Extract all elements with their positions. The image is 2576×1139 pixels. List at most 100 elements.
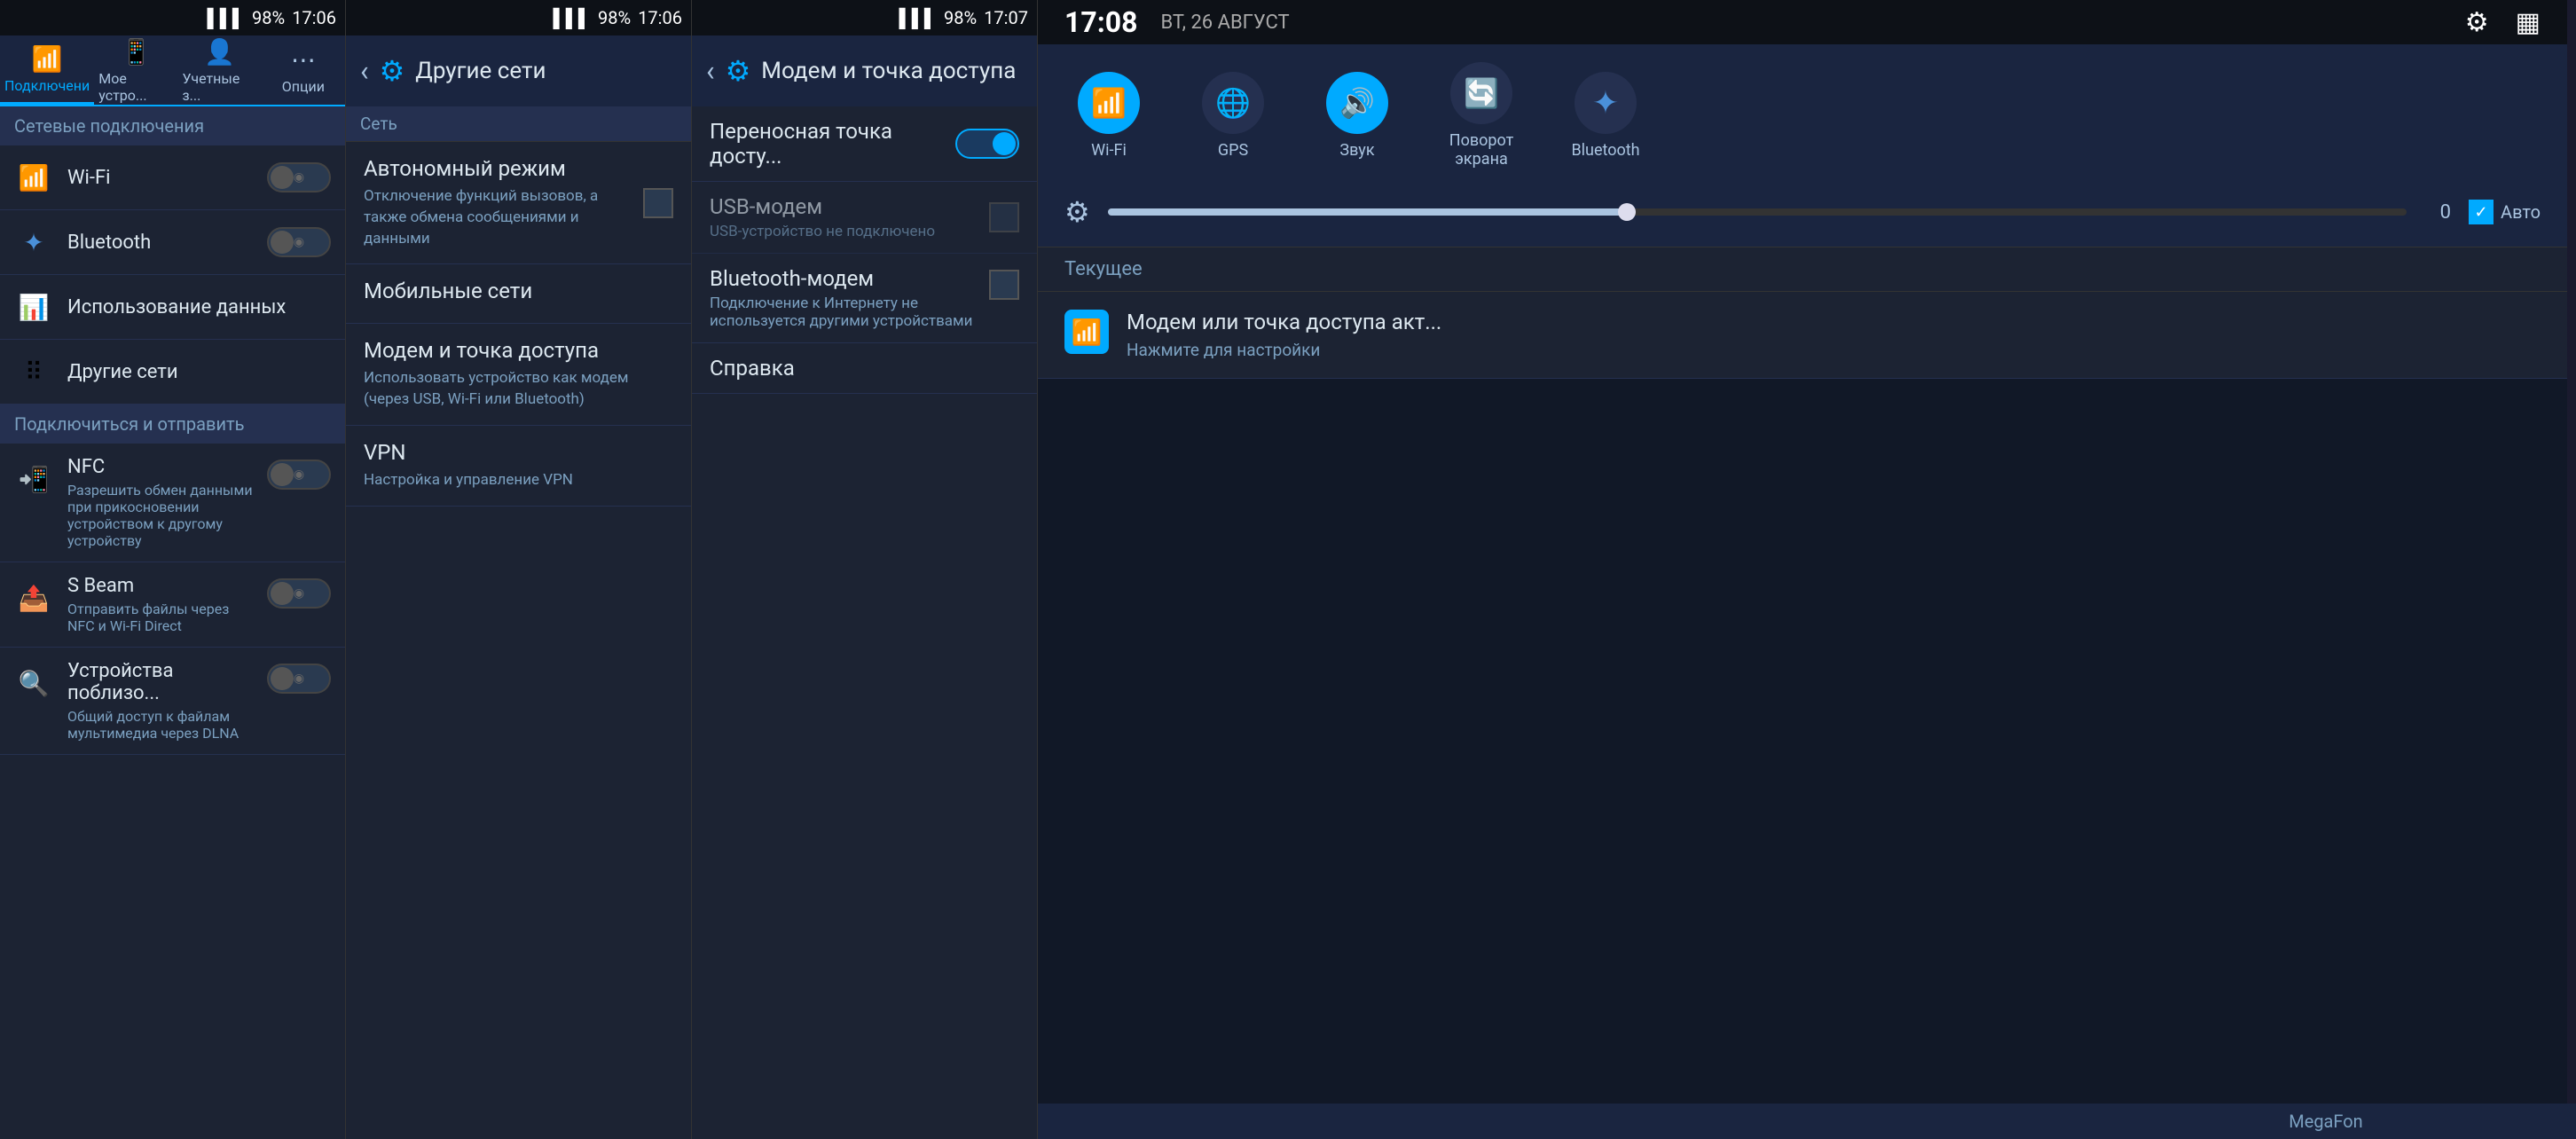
notif-hotspot-content: Модем или точка доступа акт... Нажмите д… — [1127, 310, 2541, 360]
vpn-sub: Настройка и управление VPN — [364, 470, 673, 491]
net-item-vpn[interactable]: VPN Настройка и управление VPN — [346, 426, 691, 507]
settings-item-data-usage[interactable]: 📊 Использование данных — [0, 275, 345, 340]
net-item-tethering[interactable]: Модем и точка доступа Использовать устро… — [346, 324, 691, 426]
panel2-title: Другие сети — [415, 58, 677, 84]
hotspot-title: Переносная точка досту... — [710, 119, 941, 169]
tether-item-hotspot[interactable]: Переносная точка досту... — [692, 106, 1037, 182]
sbeam-icon: 📤 — [14, 578, 53, 617]
qt-rotate-label: Поворот экрана — [1449, 131, 1514, 169]
battery-3: 98% — [944, 7, 977, 28]
nfc-toggle[interactable]: ◉ — [267, 460, 331, 490]
net-item-mobile[interactable]: Мобильные сети — [346, 264, 691, 324]
data-usage-icon: 📊 — [14, 287, 53, 326]
nfc-label: NFC — [67, 456, 253, 478]
brightness-thumb[interactable] — [1618, 203, 1636, 221]
panel3-title: Модем и точка доступа — [761, 58, 1023, 84]
settings-icon[interactable]: ⚙ — [2465, 7, 2489, 38]
nearby-sub: Общий доступ к файлам мультимедиа через … — [67, 708, 253, 742]
bluetooth-toggle[interactable]: ◉ — [267, 227, 331, 257]
brightness-fill — [1108, 208, 1628, 216]
toggle-off-icon: ◉ — [294, 170, 304, 185]
brightness-slider[interactable] — [1108, 208, 2407, 216]
wifi-toggle[interactable]: ◉ — [267, 162, 331, 192]
sbeam-text: S Beam Отправить файлы через NFC и Wi-Fi… — [67, 575, 253, 634]
accounts-icon: 👤 — [204, 37, 235, 67]
settings-item-sbeam[interactable]: 📤 S Beam Отправить файлы через NFC и Wi-… — [0, 562, 345, 648]
notif-status-bar: 17:08 ВТ, 26 АВГУСТ ⚙ ▦ — [1038, 0, 2567, 44]
airplane-label: Автономный режим — [364, 156, 643, 181]
settings-item-nearby[interactable]: 🔍 Устройства поблизо... Общий доступ к ф… — [0, 648, 345, 755]
back-button-2[interactable]: ‹ — [360, 54, 369, 88]
tethering-sub: Использовать устройство как модем (через… — [364, 368, 673, 411]
brightness-gear-icon[interactable]: ⚙ — [1064, 195, 1090, 229]
qt-gps-icon: 🌐 — [1202, 72, 1264, 134]
wifi-toggle-knob — [271, 166, 294, 189]
sbeam-sub: Отправить файлы через NFC и Wi-Fi Direct — [67, 601, 253, 634]
qt-bluetooth[interactable]: ✦ Bluetooth — [1561, 72, 1650, 160]
tab-my-device[interactable]: 📱 Мое устро... — [94, 35, 177, 105]
qt-gps[interactable]: 🌐 GPS — [1189, 72, 1277, 160]
hotspot-toggle[interactable] — [955, 129, 1019, 159]
qt-sound[interactable]: 🔊 Звук — [1313, 72, 1402, 160]
status-bar-2: ▌▌▌ 98% 17:06 — [346, 0, 691, 35]
sbeam-toggle-off-icon: ◉ — [294, 586, 304, 601]
qt-rotate-icon: 🔄 — [1450, 62, 1512, 124]
qt-gps-label: GPS — [1218, 141, 1248, 160]
usb-modem-checkbox[interactable] — [989, 202, 1019, 232]
nearby-text: Устройства поблизо... Общий доступ к фай… — [67, 660, 253, 742]
connections-icon: 📶 — [32, 44, 63, 74]
status-bar-3: ▌▌▌ 98% 17:07 — [692, 0, 1037, 35]
nfc-sub: Разрешить обмен данными при прикосновени… — [67, 482, 253, 549]
qt-bluetooth-label: Bluetooth — [1571, 141, 1639, 160]
signal-icon-1: ▌▌▌ — [208, 7, 246, 29]
bluetooth-toggle-knob — [271, 231, 294, 254]
bluetooth-icon: ✦ — [14, 223, 53, 262]
tab-connections[interactable]: 📶 Подключени — [0, 35, 94, 105]
tab-accounts[interactable]: 👤 Учетные з... — [178, 35, 262, 105]
nearby-toggle[interactable]: ◉ — [267, 664, 331, 694]
sbeam-toggle-knob — [271, 582, 294, 605]
net-item-airplane[interactable]: Автономный режим Отключение функций вызо… — [346, 142, 691, 264]
nearby-toggle-knob — [271, 667, 294, 690]
notif-item-hotspot[interactable]: 📶 Модем или точка доступа акт... Нажмите… — [1038, 292, 2567, 379]
auto-label: Авто — [2501, 201, 2541, 223]
nfc-toggle-knob — [271, 463, 294, 486]
settings-item-bluetooth[interactable]: ✦ Bluetooth ◉ — [0, 210, 345, 275]
tab-my-device-label: Мое устро... — [98, 70, 173, 104]
back-button-3[interactable]: ‹ — [706, 54, 715, 88]
nearby-toggle-off-icon: ◉ — [294, 672, 304, 686]
notif-right-icons: ⚙ ▦ — [2465, 7, 2541, 38]
qt-rotate[interactable]: 🔄 Поворот экрана — [1437, 62, 1526, 169]
qt-wifi[interactable]: 📶 Wi-Fi — [1064, 72, 1153, 160]
auto-check-icon: ✓ — [2469, 200, 2494, 224]
usb-modem-text: USB-модем USB-устройство не подключено — [710, 194, 975, 240]
tab-options[interactable]: ⋯ Опции — [262, 35, 345, 105]
settings-item-wifi[interactable]: 📶 Wi-Fi ◉ — [0, 145, 345, 210]
tether-item-bt-modem[interactable]: Bluetooth-модем Подключение к Интернету … — [692, 254, 1037, 343]
help-text: Справка — [710, 356, 1019, 381]
airplane-checkbox[interactable] — [643, 188, 673, 218]
notif-section-current: Текущее — [1038, 247, 2567, 292]
settings-item-nfc[interactable]: 📲 NFC Разрешить обмен данными при прикос… — [0, 444, 345, 562]
bluetooth-label: Bluetooth — [67, 232, 253, 254]
time-3: 17:07 — [984, 7, 1028, 28]
tether-item-help[interactable]: Справка — [692, 343, 1037, 394]
section-connect-header: Подключиться и отправить — [0, 405, 345, 444]
bt-modem-checkbox[interactable] — [989, 270, 1019, 300]
qt-sound-label: Звук — [1339, 141, 1374, 160]
tab-connections-label: Подключени — [4, 77, 90, 94]
sbeam-toggle[interactable]: ◉ — [267, 578, 331, 609]
auto-brightness-box[interactable]: ✓ Авто — [2469, 200, 2541, 224]
sbeam-label: S Beam — [67, 575, 253, 597]
notif-hotspot-icon: 📶 — [1064, 310, 1109, 354]
usb-modem-title: USB-модем — [710, 194, 975, 219]
grid-icon[interactable]: ▦ — [2516, 7, 2541, 38]
wifi-label: Wi-Fi — [67, 167, 253, 189]
data-usage-label: Использование данных — [67, 296, 331, 318]
nfc-icon: 📲 — [14, 460, 53, 499]
time-2: 17:06 — [638, 7, 682, 28]
nfc-toggle-off-icon: ◉ — [294, 467, 304, 482]
settings-item-other-networks[interactable]: ⠿ Другие сети — [0, 340, 345, 405]
tethering-label: Модем и точка доступа — [364, 338, 673, 363]
tether-item-usb[interactable]: USB-модем USB-устройство не подключено — [692, 182, 1037, 254]
